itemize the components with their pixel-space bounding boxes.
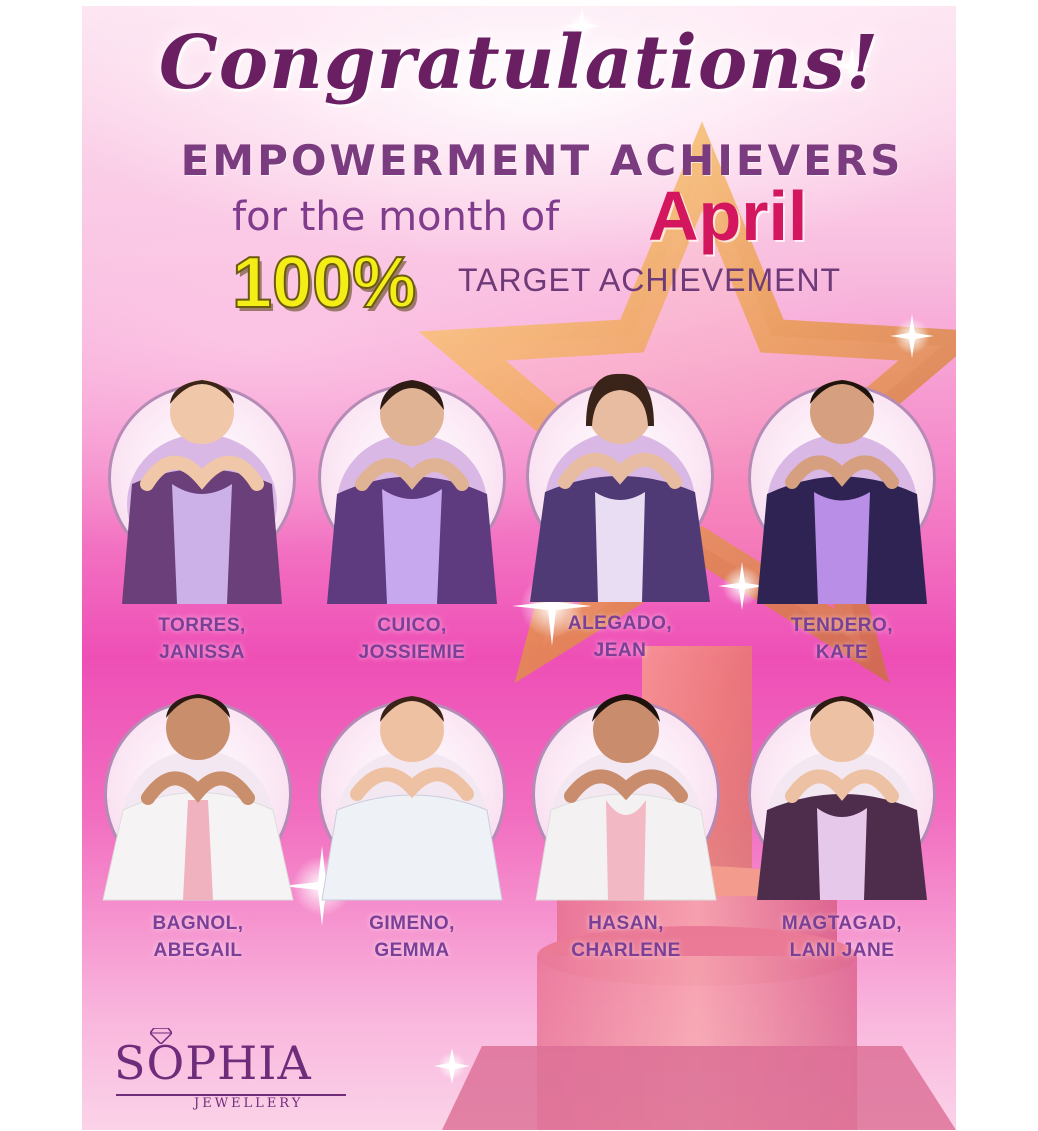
month-name: April (648, 177, 808, 255)
achiever-card: TORRES, JANISSA (92, 354, 312, 663)
achiever-card: TENDERO, KATE (732, 354, 952, 663)
achiever-name: MAGTAGAD, LANI JANE (732, 910, 952, 964)
target-percent: 100% (231, 242, 417, 324)
achiever-photo (321, 696, 503, 901)
poster: Congratulations! EMPOWERMENT ACHIEVERS f… (82, 6, 956, 1130)
achiever-photo (535, 694, 717, 901)
achiever-last-name: ALEGADO, (567, 613, 673, 634)
logo-subtitle: JEWELLERY (194, 1096, 304, 1111)
month-prefix: for the month of (232, 194, 560, 240)
achiever-name: CUICO, JOSSIEMIE (302, 612, 522, 666)
achiever-photo (757, 696, 927, 900)
achiever-photo (122, 380, 282, 604)
achiever-last-name: MAGTAGAD, (781, 913, 903, 934)
achiever-first-name: GEMMA (374, 940, 450, 961)
achiever-card: MAGTAGAD, LANI JANE (732, 670, 952, 961)
logo-brand: SOPHIA (114, 1036, 312, 1090)
achiever-name: TORRES, JANISSA (92, 612, 312, 666)
achiever-last-name: TENDERO, (790, 615, 894, 636)
achiever-last-name: CUICO, (377, 615, 447, 636)
achiever-name: BAGNOL, ABEGAIL (88, 910, 308, 964)
target-label: TARGET ACHIEVEMENT (458, 262, 842, 298)
achiever-first-name: CHARLENE (571, 940, 681, 961)
achiever-card: ALEGADO, JEAN (510, 352, 730, 661)
achiever-first-name: KATE (815, 642, 869, 663)
achiever-photo (327, 380, 497, 604)
achiever-first-name: JOSSIEMIE (358, 642, 466, 663)
achiever-name: HASAN, CHARLENE (516, 910, 736, 964)
achiever-last-name: HASAN, (588, 913, 664, 934)
achiever-card: CUICO, JOSSIEMIE (302, 354, 522, 663)
achiever-first-name: LANI JANE (789, 940, 895, 961)
achiever-card: HASAN, CHARLENE (516, 670, 736, 961)
achiever-last-name: BAGNOL, (152, 913, 244, 934)
achiever-card: BAGNOL, ABEGAIL (88, 670, 308, 961)
sophia-logo: SOPHIA JEWELLERY (114, 1028, 354, 1116)
achiever-photo (102, 694, 294, 901)
achiever-first-name: ABEGAIL (153, 940, 243, 961)
achiever-name: TENDERO, KATE (732, 612, 952, 666)
achiever-name: GIMENO, GEMMA (302, 910, 522, 964)
achiever-name: ALEGADO, JEAN (510, 610, 730, 664)
page-title: Congratulations! (158, 20, 880, 106)
achiever-first-name: JEAN (593, 640, 647, 661)
achiever-last-name: TORRES, (158, 615, 246, 636)
achiever-last-name: GIMENO, (369, 913, 455, 934)
achiever-card: GIMENO, GEMMA (302, 670, 522, 961)
achiever-photo (757, 380, 927, 604)
achiever-first-name: JANISSA (159, 642, 245, 663)
achiever-photo (530, 373, 710, 602)
